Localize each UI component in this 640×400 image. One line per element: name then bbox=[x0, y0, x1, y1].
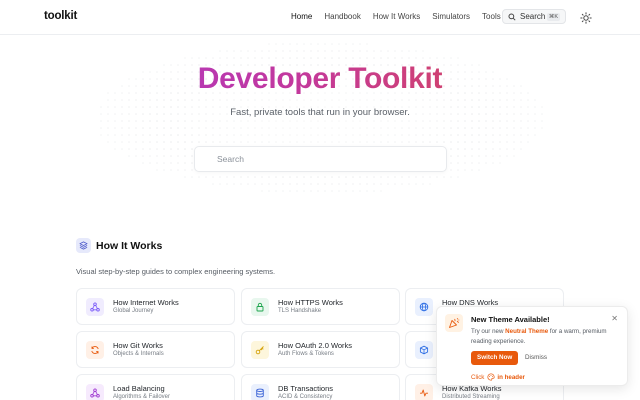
card-subtitle: Global Journey bbox=[113, 308, 154, 314]
globe-icon bbox=[419, 302, 429, 312]
switch-now-button[interactable]: Switch Now bbox=[471, 351, 519, 365]
guide-card[interactable]: Load Balancing Algorithms & Failover bbox=[76, 374, 235, 400]
card-title: How HTTPS Works bbox=[278, 298, 343, 307]
card-title: Load Balancing bbox=[113, 384, 165, 393]
close-icon[interactable]: ✕ bbox=[611, 314, 618, 323]
nav-handbook[interactable]: Handbook bbox=[324, 12, 360, 21]
card-subtitle: Auth Flows & Tokens bbox=[278, 351, 334, 357]
guide-card[interactable]: How OAuth 2.0 Works Auth Flows & Tokens bbox=[241, 331, 400, 368]
guide-card[interactable]: How Internet Works Global Journey bbox=[76, 288, 235, 325]
notification-body: Try our new Neutral Theme for a warm, pr… bbox=[471, 327, 621, 347]
nav-simulators[interactable]: Simulators bbox=[432, 12, 470, 21]
card-subtitle: Objects & Internals bbox=[113, 351, 164, 357]
notification-footer: Click in header bbox=[471, 373, 525, 381]
footer-suffix: in header bbox=[497, 373, 525, 381]
header-search-button[interactable]: Search ⌘K bbox=[502, 9, 566, 24]
card-icon-box bbox=[86, 298, 104, 316]
nav-tools[interactable]: Tools bbox=[482, 12, 501, 21]
card-subtitle: Distributed Streaming bbox=[442, 394, 500, 400]
card-icon-box bbox=[251, 384, 269, 400]
hero-search-box[interactable] bbox=[194, 146, 447, 172]
search-label: Search bbox=[520, 12, 546, 21]
notification-icon-box bbox=[445, 314, 463, 332]
card-icon-box bbox=[251, 341, 269, 359]
party-popper-icon bbox=[449, 318, 460, 328]
main-nav: Home Handbook How It Works Simulators To… bbox=[291, 12, 513, 21]
logo[interactable]: toolkit bbox=[44, 10, 77, 22]
card-title: How OAuth 2.0 Works bbox=[278, 341, 353, 350]
search-input[interactable] bbox=[195, 147, 446, 171]
palette-icon bbox=[487, 373, 495, 381]
section-title: How It Works bbox=[96, 240, 163, 252]
network-icon bbox=[90, 302, 100, 312]
box-icon bbox=[419, 345, 429, 355]
card-icon-box bbox=[86, 384, 104, 400]
sun-icon bbox=[580, 12, 592, 24]
theme-name-highlight: Neutral Theme bbox=[505, 328, 549, 335]
card-subtitle: ACID & Consistency bbox=[278, 394, 333, 400]
activity-icon bbox=[420, 389, 428, 397]
dismiss-button[interactable]: Dismiss bbox=[525, 354, 547, 361]
card-icon-box bbox=[86, 341, 104, 359]
card-title: How Git Works bbox=[113, 341, 163, 350]
theme-toggle-button[interactable] bbox=[580, 11, 592, 24]
new-theme-notification: New Theme Available! ✕ Try our new Neutr… bbox=[436, 306, 628, 386]
top-header: toolkit Home Handbook How It Works Simul… bbox=[0, 0, 640, 35]
card-title: DB Transactions bbox=[278, 384, 334, 393]
nav-home[interactable]: Home bbox=[291, 12, 312, 21]
page-title: Developer Toolkit bbox=[0, 62, 640, 96]
nav-how-it-works[interactable]: How It Works bbox=[373, 12, 420, 21]
notification-body-prefix: Try our new bbox=[471, 328, 506, 335]
notification-title: New Theme Available! bbox=[471, 315, 550, 324]
section-icon-box bbox=[76, 238, 91, 253]
database-icon bbox=[256, 388, 264, 398]
search-icon bbox=[508, 12, 516, 21]
guide-card[interactable]: DB Transactions ACID & Consistency bbox=[241, 374, 400, 400]
card-icon-box bbox=[415, 298, 433, 316]
lock-icon bbox=[256, 302, 264, 312]
card-subtitle: Algorithms & Failover bbox=[113, 394, 171, 400]
key-icon bbox=[255, 346, 264, 355]
layers-icon bbox=[79, 241, 88, 250]
network-icon bbox=[90, 388, 100, 398]
card-icon-box bbox=[415, 384, 433, 400]
section-subtitle: Visual step-by-step guides to complex en… bbox=[76, 267, 276, 276]
card-icon-box bbox=[415, 341, 433, 359]
guide-card[interactable]: How Git Works Objects & Internals bbox=[76, 331, 235, 368]
guide-card[interactable]: How HTTPS Works TLS Handshake bbox=[241, 288, 400, 325]
page-subtitle: Fast, private tools that run in your bro… bbox=[230, 107, 410, 118]
card-subtitle: TLS Handshake bbox=[278, 308, 322, 314]
git-sync-icon bbox=[91, 346, 99, 354]
footer-prefix: Click bbox=[471, 373, 485, 381]
shortcut-badge: ⌘K bbox=[546, 12, 560, 21]
card-icon-box bbox=[251, 298, 269, 316]
card-title: How Internet Works bbox=[113, 298, 179, 307]
